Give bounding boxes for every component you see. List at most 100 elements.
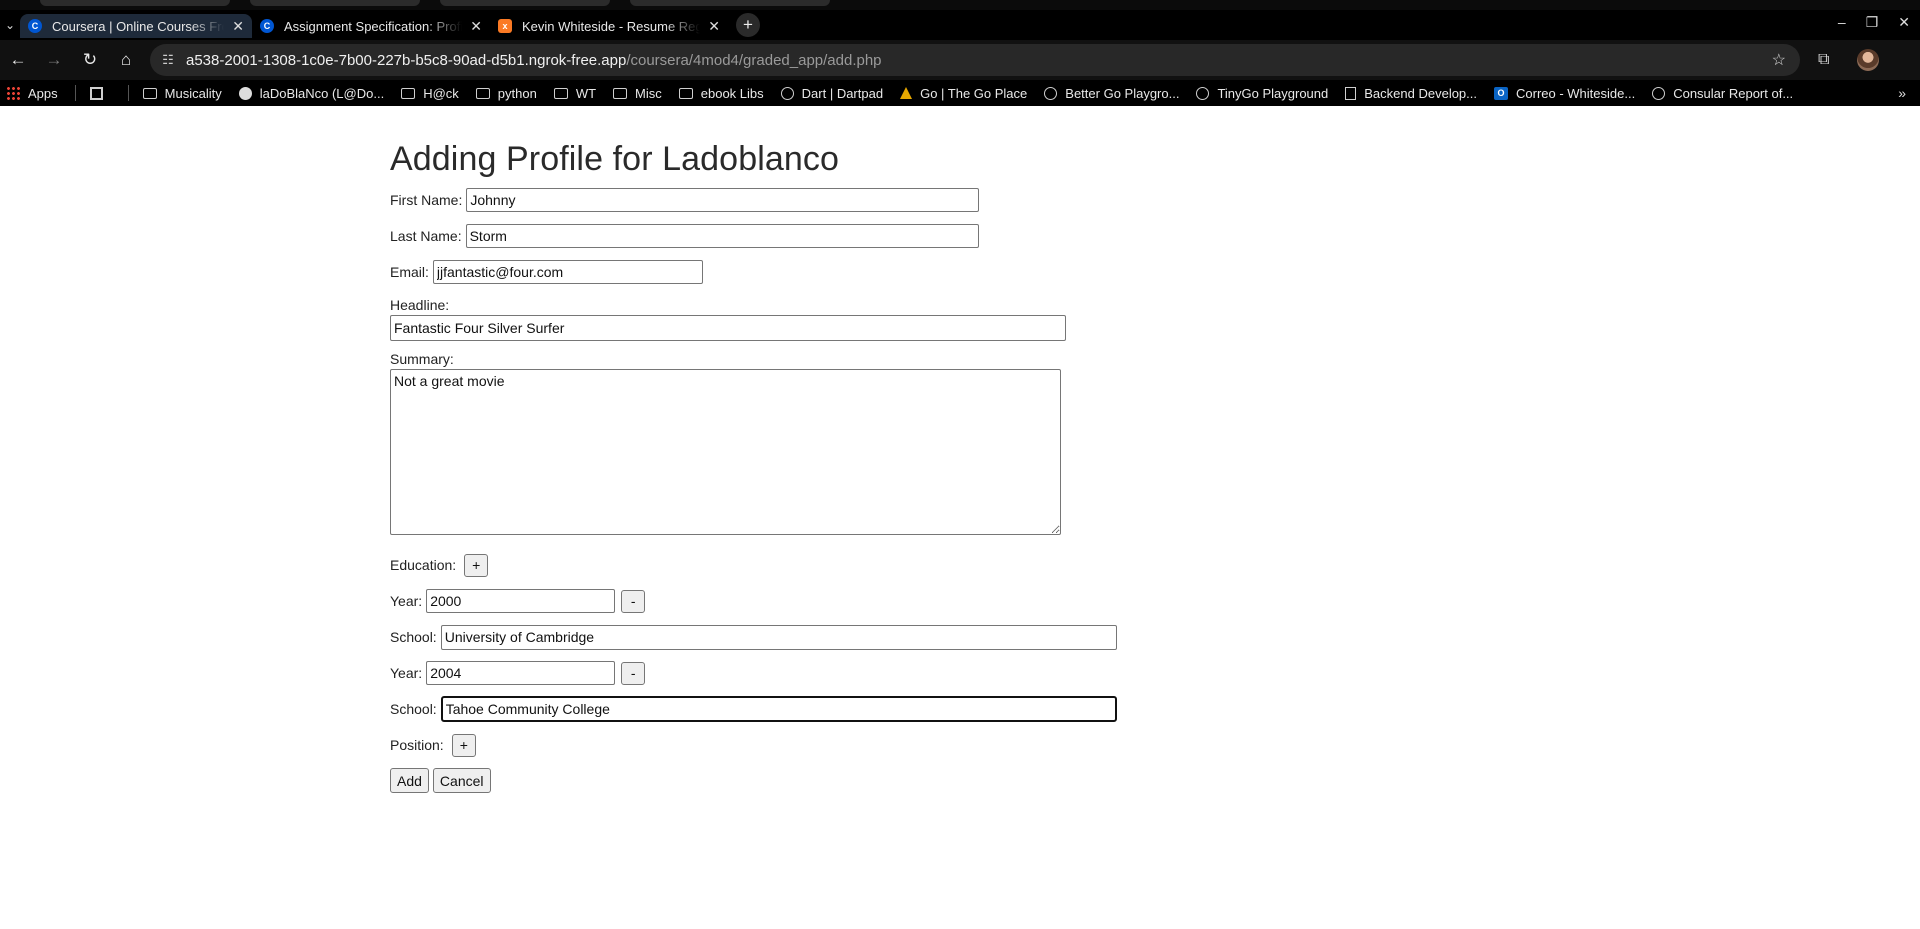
school-label: School: <box>390 629 437 645</box>
headline-group: Headline: <box>390 297 1117 341</box>
home-icon[interactable]: ⌂ <box>108 50 144 70</box>
tab-title: Coursera | Online Courses From Top Unive… <box>52 18 224 34</box>
url-field[interactable]: ☷ a538-2001-1308-1c0e-7b00-227b-b5c8-90a… <box>150 44 1800 76</box>
bookmark-tab-groups[interactable] <box>89 86 111 100</box>
summary-textarea[interactable]: Not a great movie <box>390 369 1061 535</box>
school-field[interactable] <box>440 624 1117 650</box>
tab-overflow-strip <box>0 0 1920 10</box>
globe-icon <box>1652 86 1666 100</box>
education-year-row: Year: - <box>390 588 1117 614</box>
bookmark-wt[interactable]: WT <box>553 85 597 101</box>
bookmark-label: ebook Libs <box>700 85 764 101</box>
minimize-icon[interactable]: – <box>1838 14 1846 31</box>
bookmark-hack[interactable]: H@ck <box>401 86 459 101</box>
first-name-label: First Name: <box>390 192 463 208</box>
bookmark-label: Go | The Go Place <box>920 85 1028 101</box>
bookmark-label: Apps <box>28 85 58 101</box>
tab-resume-registry[interactable]: x Kevin Whiteside - Resume Registry ✕ <box>490 14 728 38</box>
education-label: Education: <box>390 557 457 573</box>
bookmark-label: H@ck <box>423 85 459 101</box>
position-label: Position: <box>390 737 444 753</box>
bookmark-consular[interactable]: Consular Report of... <box>1652 86 1793 101</box>
add-button[interactable]: Add <box>390 768 429 793</box>
page-content: Adding Profile for Ladoblanco First Name… <box>0 106 1920 929</box>
cancel-button[interactable]: Cancel <box>432 768 491 793</box>
bookmark-better-go[interactable]: Better Go Playgro... <box>1044 86 1179 101</box>
school-field[interactable] <box>440 696 1117 722</box>
bookmark-label: WT <box>575 85 597 101</box>
email-field[interactable] <box>432 260 703 284</box>
year-field[interactable] <box>426 661 616 685</box>
bookmark-label: Dart | Dartpad <box>801 85 884 101</box>
bookmark-star-icon[interactable]: ☆ <box>1772 50 1786 70</box>
add-position-button[interactable]: + <box>451 733 476 757</box>
bookmark-label: Musicality <box>164 85 222 101</box>
bookmark-label: laDoBlaNco (L@Do... <box>259 85 385 101</box>
add-education-button[interactable]: + <box>464 553 489 577</box>
year-label: Year: <box>390 593 423 609</box>
tab-assignment-spec[interactable]: C Assignment Specification: Profiles, Po… <box>252 14 490 38</box>
bookmark-go-place[interactable]: Go | The Go Place <box>900 86 1027 101</box>
globe-icon <box>1044 86 1058 100</box>
profile-form: Adding Profile for Ladoblanco First Name… <box>390 106 1117 793</box>
bookmark-ebook-libs[interactable]: ebook Libs <box>678 85 764 101</box>
email-row: Email: <box>390 259 1117 285</box>
bookmark-backend[interactable]: Backend Develop... <box>1345 86 1477 101</box>
url-host: a538-2001-1308-1c0e-7b00-227b-b5c8-90ad-… <box>186 51 627 69</box>
extensions-icon[interactable]: ⧉ <box>1818 51 1829 69</box>
bookmark-dartpad[interactable]: Dart | Dartpad <box>780 85 884 101</box>
doc-icon <box>1345 86 1357 100</box>
coursera-icon: C <box>260 19 274 33</box>
window-controls: – ❐ ✕ <box>1838 14 1910 31</box>
bookmark-separator <box>74 85 76 101</box>
folder-icon <box>401 87 416 99</box>
bookmarks-bar: Apps Musicality laDoBlaNco (L@Do... H@ck… <box>0 80 1920 106</box>
headline-field[interactable] <box>390 315 1066 341</box>
year-field[interactable] <box>426 589 616 613</box>
bookmark-python[interactable]: python <box>475 85 537 101</box>
summary-group: Summary: Not a great movie <box>390 351 1117 538</box>
site-info-icon[interactable]: ☷ <box>150 52 186 68</box>
education-year-row: Year: - <box>390 660 1117 686</box>
folder-icon <box>142 87 157 99</box>
close-icon[interactable]: ✕ <box>470 18 482 35</box>
tab-coursera[interactable]: C Coursera | Online Courses From Top Uni… <box>20 14 252 38</box>
maximize-icon[interactable]: ❐ <box>1866 14 1879 31</box>
close-window-icon[interactable]: ✕ <box>1898 14 1910 31</box>
tree-icon <box>900 87 913 99</box>
bookmark-apps[interactable]: Apps <box>6 86 58 101</box>
bookmark-correo[interactable]: O Correo - Whiteside... <box>1494 86 1635 101</box>
tab-title: Kevin Whiteside - Resume Registry <box>522 18 701 34</box>
tab-groups-icon <box>89 86 103 100</box>
bookmark-label: python <box>497 85 537 101</box>
tab-strip: ⌄ C Coursera | Online Courses From Top U… <box>0 10 1920 40</box>
remove-education-button[interactable]: - <box>621 589 646 613</box>
reload-icon[interactable]: ↻ <box>72 50 108 70</box>
bookmark-misc[interactable]: Misc <box>613 86 662 101</box>
form-actions: Add Cancel <box>390 768 1117 793</box>
new-tab-button[interactable]: + <box>736 13 760 37</box>
bookmark-separator <box>127 85 129 101</box>
tab-search-chevron-icon[interactable]: ⌄ <box>0 18 20 32</box>
last-name-row: Last Name: <box>390 223 1117 249</box>
close-icon[interactable]: ✕ <box>232 18 244 35</box>
avatar[interactable] <box>1857 49 1880 71</box>
education-school-row: School: <box>390 696 1117 722</box>
bookmark-ladoblanco[interactable]: laDoBlaNco (L@Do... <box>238 85 385 101</box>
bookmark-tinygo[interactable]: TinyGo Playground <box>1196 86 1328 101</box>
close-icon[interactable]: ✕ <box>708 18 720 35</box>
last-name-field[interactable] <box>465 224 979 248</box>
forward-arrow-icon[interactable]: → <box>36 50 72 70</box>
folder-icon <box>475 87 490 99</box>
first-name-field[interactable] <box>466 188 980 212</box>
remove-education-button[interactable]: - <box>621 661 646 685</box>
bookmark-label: Backend Develop... <box>1364 85 1477 101</box>
folder-icon <box>553 87 568 99</box>
coursera-icon: C <box>28 19 42 33</box>
last-name-label: Last Name: <box>390 228 462 244</box>
back-arrow-icon[interactable]: ← <box>0 50 36 70</box>
education-school-row: School: <box>390 624 1117 650</box>
chevron-right-icon[interactable]: » <box>1898 85 1906 101</box>
bookmark-label: Misc <box>635 85 662 101</box>
bookmark-musicality[interactable]: Musicality <box>142 85 222 101</box>
